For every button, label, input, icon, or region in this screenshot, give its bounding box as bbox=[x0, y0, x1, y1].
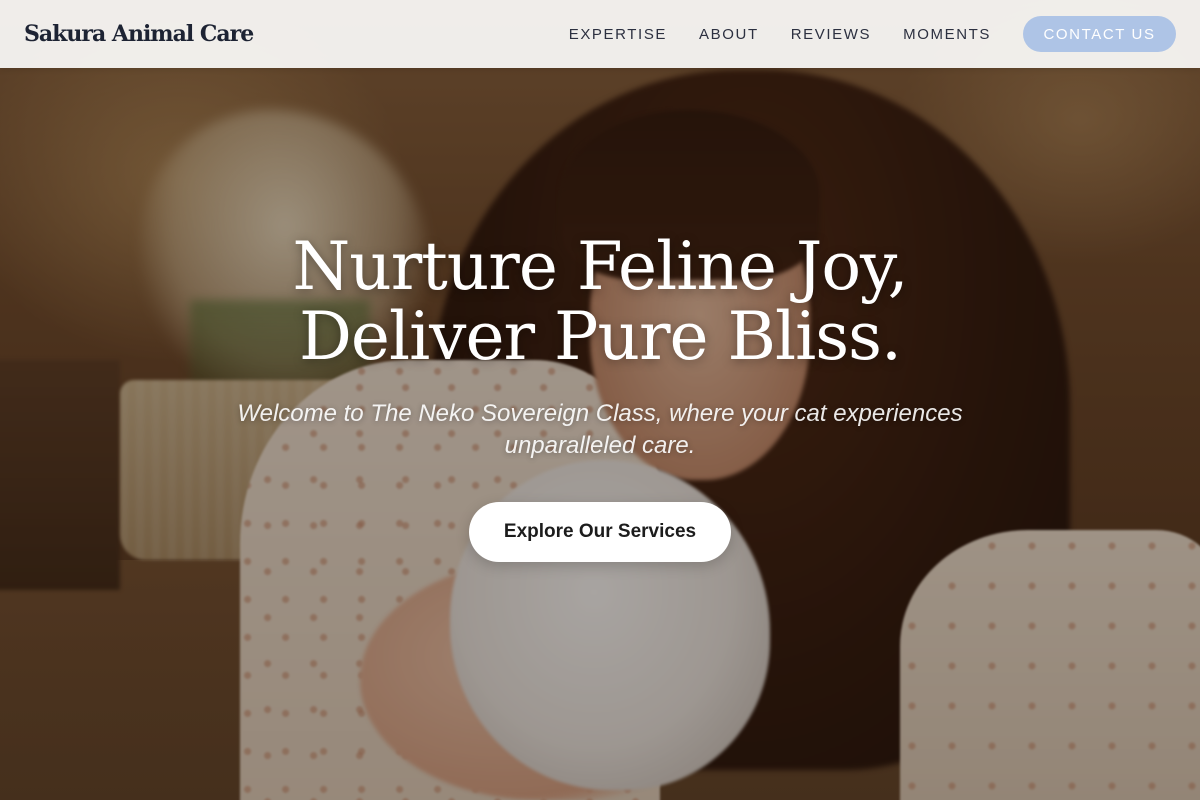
explore-services-button[interactable]: Explore Our Services bbox=[469, 502, 731, 562]
contact-us-button[interactable]: CONTACT US bbox=[1023, 16, 1176, 52]
site-header: Sakura Animal Care EXPERTISE ABOUT REVIE… bbox=[0, 0, 1200, 68]
hero-title-line-1: Nurture Feline Joy, bbox=[292, 228, 908, 305]
hero-section: Nurture Feline Joy, Deliver Pure Bliss. … bbox=[0, 232, 1200, 562]
brand-logo[interactable]: Sakura Animal Care bbox=[24, 21, 254, 47]
hero-title-line-2: Deliver Pure Bliss. bbox=[298, 298, 902, 375]
nav-link-moments[interactable]: MOMENTS bbox=[903, 26, 991, 43]
landing-page: Sakura Animal Care EXPERTISE ABOUT REVIE… bbox=[0, 0, 1200, 800]
hero-subtitle: Welcome to The Neko Sovereign Class, whe… bbox=[200, 398, 1000, 462]
main-nav: EXPERTISE ABOUT REVIEWS MOMENTS CONTACT … bbox=[569, 16, 1176, 52]
hero-subtitle-line-1: Welcome to The Neko Sovereign Class, whe… bbox=[237, 400, 963, 427]
hero-subtitle-line-2: unparalleled care. bbox=[504, 432, 696, 459]
nav-link-reviews[interactable]: REVIEWS bbox=[791, 26, 871, 43]
hero-title: Nurture Feline Joy, Deliver Pure Bliss. bbox=[0, 232, 1200, 372]
nav-link-expertise[interactable]: EXPERTISE bbox=[569, 26, 667, 43]
nav-link-about[interactable]: ABOUT bbox=[699, 26, 759, 43]
